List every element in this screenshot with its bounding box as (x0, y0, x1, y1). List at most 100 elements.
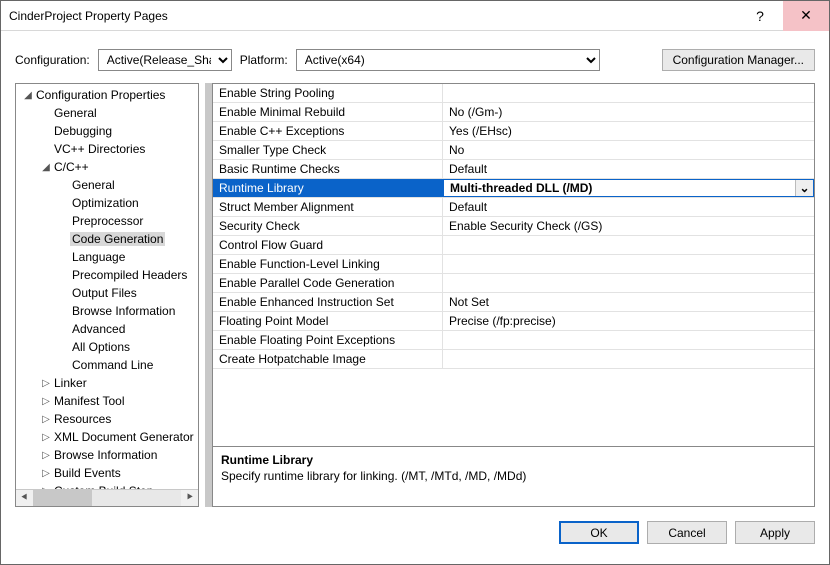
property-value[interactable]: Default (443, 198, 814, 216)
property-row[interactable]: Security CheckEnable Security Check (/GS… (213, 217, 814, 236)
property-row[interactable]: Create Hotpatchable Image (213, 350, 814, 369)
property-value[interactable]: Enable Security Check (/GS) (443, 217, 814, 235)
property-name: Enable String Pooling (213, 84, 443, 102)
property-value[interactable] (443, 274, 814, 292)
tree-node[interactable]: ▷Resources (16, 410, 198, 428)
help-button[interactable]: ? (737, 1, 783, 31)
scroll-right-icon[interactable]: ⯈ (181, 492, 198, 505)
property-name: Enable Function-Level Linking (213, 255, 443, 273)
property-row[interactable]: Basic Runtime ChecksDefault (213, 160, 814, 179)
property-value[interactable]: Precise (/fp:precise) (443, 312, 814, 330)
tree-node-label: Precompiled Headers (70, 268, 189, 282)
property-value[interactable]: No (443, 141, 814, 159)
property-row[interactable]: Smaller Type CheckNo (213, 141, 814, 160)
property-value[interactable]: No (/Gm-) (443, 103, 814, 121)
property-name: Smaller Type Check (213, 141, 443, 159)
configuration-label: Configuration: (15, 53, 90, 67)
platform-select[interactable]: Active(x64) (296, 49, 600, 71)
tree-node-label: Output Files (70, 286, 139, 300)
tree-twist-icon[interactable]: ◢ (40, 162, 52, 173)
tree-node[interactable]: Language (16, 248, 198, 266)
tree-horizontal-scrollbar[interactable]: ⯇ ⯈ (16, 489, 198, 506)
tree-node[interactable]: General (16, 104, 198, 122)
property-value[interactable]: Not Set (443, 293, 814, 311)
tree-node[interactable]: VC++ Directories (16, 140, 198, 158)
config-bar: Configuration: Active(Release_Shared) Pl… (1, 31, 829, 81)
configuration-manager-button[interactable]: Configuration Manager... (662, 49, 815, 71)
tree-twist-icon[interactable]: ▷ (40, 432, 52, 443)
property-row[interactable]: Enable Enhanced Instruction SetNot Set (213, 293, 814, 312)
cancel-button[interactable]: Cancel (647, 521, 727, 544)
property-row[interactable]: Enable Function-Level Linking (213, 255, 814, 274)
property-row[interactable]: Enable Floating Point Exceptions (213, 331, 814, 350)
property-value[interactable] (443, 236, 814, 254)
property-value[interactable] (443, 331, 814, 349)
tree-node[interactable]: Debugging (16, 122, 198, 140)
tree-node[interactable]: Command Line (16, 356, 198, 374)
tree-node[interactable]: ▷Custom Build Step (16, 482, 198, 489)
tree-node[interactable]: Optimization (16, 194, 198, 212)
vertical-splitter[interactable] (205, 83, 212, 507)
tree-node-label: XML Document Generator (52, 430, 196, 444)
scroll-thumb[interactable] (33, 490, 92, 506)
property-value[interactable]: Default (443, 160, 814, 178)
chevron-down-icon[interactable]: ⌄ (795, 180, 813, 196)
description-text: Specify runtime library for linking. (/M… (221, 469, 806, 483)
tree-twist-icon[interactable]: ▷ (40, 468, 52, 479)
property-row[interactable]: Floating Point ModelPrecise (/fp:precise… (213, 312, 814, 331)
tree-node[interactable]: Advanced (16, 320, 198, 338)
tree-node-label: Linker (52, 376, 89, 390)
tree-node-label: Browse Information (70, 304, 177, 318)
tree-twist-icon[interactable]: ▷ (40, 396, 52, 407)
property-row[interactable]: Enable Parallel Code Generation (213, 274, 814, 293)
tree-node[interactable]: Precompiled Headers (16, 266, 198, 284)
tree-node[interactable]: Browse Information (16, 302, 198, 320)
tree-node[interactable]: ▷Linker (16, 374, 198, 392)
scroll-left-icon[interactable]: ⯇ (16, 492, 33, 505)
tree-node[interactable]: ◢C/C++ (16, 158, 198, 176)
property-row[interactable]: Enable C++ ExceptionsYes (/EHsc) (213, 122, 814, 141)
property-value[interactable] (443, 350, 814, 368)
property-row[interactable]: Control Flow Guard (213, 236, 814, 255)
tree-node[interactable]: ▷XML Document Generator (16, 428, 198, 446)
apply-button[interactable]: Apply (735, 521, 815, 544)
tree-twist-icon[interactable]: ▷ (40, 414, 52, 425)
tree-node[interactable]: ▷Build Events (16, 464, 198, 482)
property-row[interactable]: Enable String Pooling (213, 84, 814, 103)
property-name: Runtime Library (213, 179, 443, 197)
tree-node[interactable]: ◢Configuration Properties (16, 86, 198, 104)
property-row[interactable]: Runtime LibraryMulti-threaded DLL (/MD)⌄ (213, 179, 814, 198)
tree-node[interactable]: All Options (16, 338, 198, 356)
tree-node-label: Configuration Properties (34, 88, 167, 102)
property-row[interactable]: Enable Minimal RebuildNo (/Gm-) (213, 103, 814, 122)
window-title: CinderProject Property Pages (1, 9, 737, 23)
tree-node-label: General (70, 178, 117, 192)
property-value[interactable] (443, 84, 814, 102)
tree-node[interactable]: Preprocessor (16, 212, 198, 230)
property-description: Runtime Library Specify runtime library … (213, 446, 814, 506)
property-row[interactable]: Struct Member AlignmentDefault (213, 198, 814, 217)
tree-node[interactable]: General (16, 176, 198, 194)
property-name: Struct Member Alignment (213, 198, 443, 216)
property-name: Control Flow Guard (213, 236, 443, 254)
configuration-select[interactable]: Active(Release_Shared) (98, 49, 232, 71)
property-value[interactable] (443, 255, 814, 273)
property-value[interactable]: Yes (/EHsc) (443, 122, 814, 140)
tree-node[interactable]: ▷Manifest Tool (16, 392, 198, 410)
tree-node[interactable]: Output Files (16, 284, 198, 302)
tree-twist-icon[interactable]: ▷ (40, 378, 52, 389)
tree-node-label: Browse Information (52, 448, 159, 462)
property-name: Enable Minimal Rebuild (213, 103, 443, 121)
tree-node-label: Build Events (52, 466, 123, 480)
tree-twist-icon[interactable]: ▷ (40, 450, 52, 461)
property-value[interactable]: Multi-threaded DLL (/MD)⌄ (443, 179, 814, 197)
ok-button[interactable]: OK (559, 521, 639, 544)
tree-node[interactable]: ▷Browse Information (16, 446, 198, 464)
tree-twist-icon[interactable]: ◢ (22, 90, 34, 101)
dialog-footer: OK Cancel Apply (1, 513, 829, 554)
close-button[interactable]: ✕ (783, 1, 829, 31)
property-name: Enable Floating Point Exceptions (213, 331, 443, 349)
tree-node-label: Command Line (70, 358, 155, 372)
scroll-track[interactable] (33, 490, 181, 506)
tree-node[interactable]: Code Generation (16, 230, 198, 248)
